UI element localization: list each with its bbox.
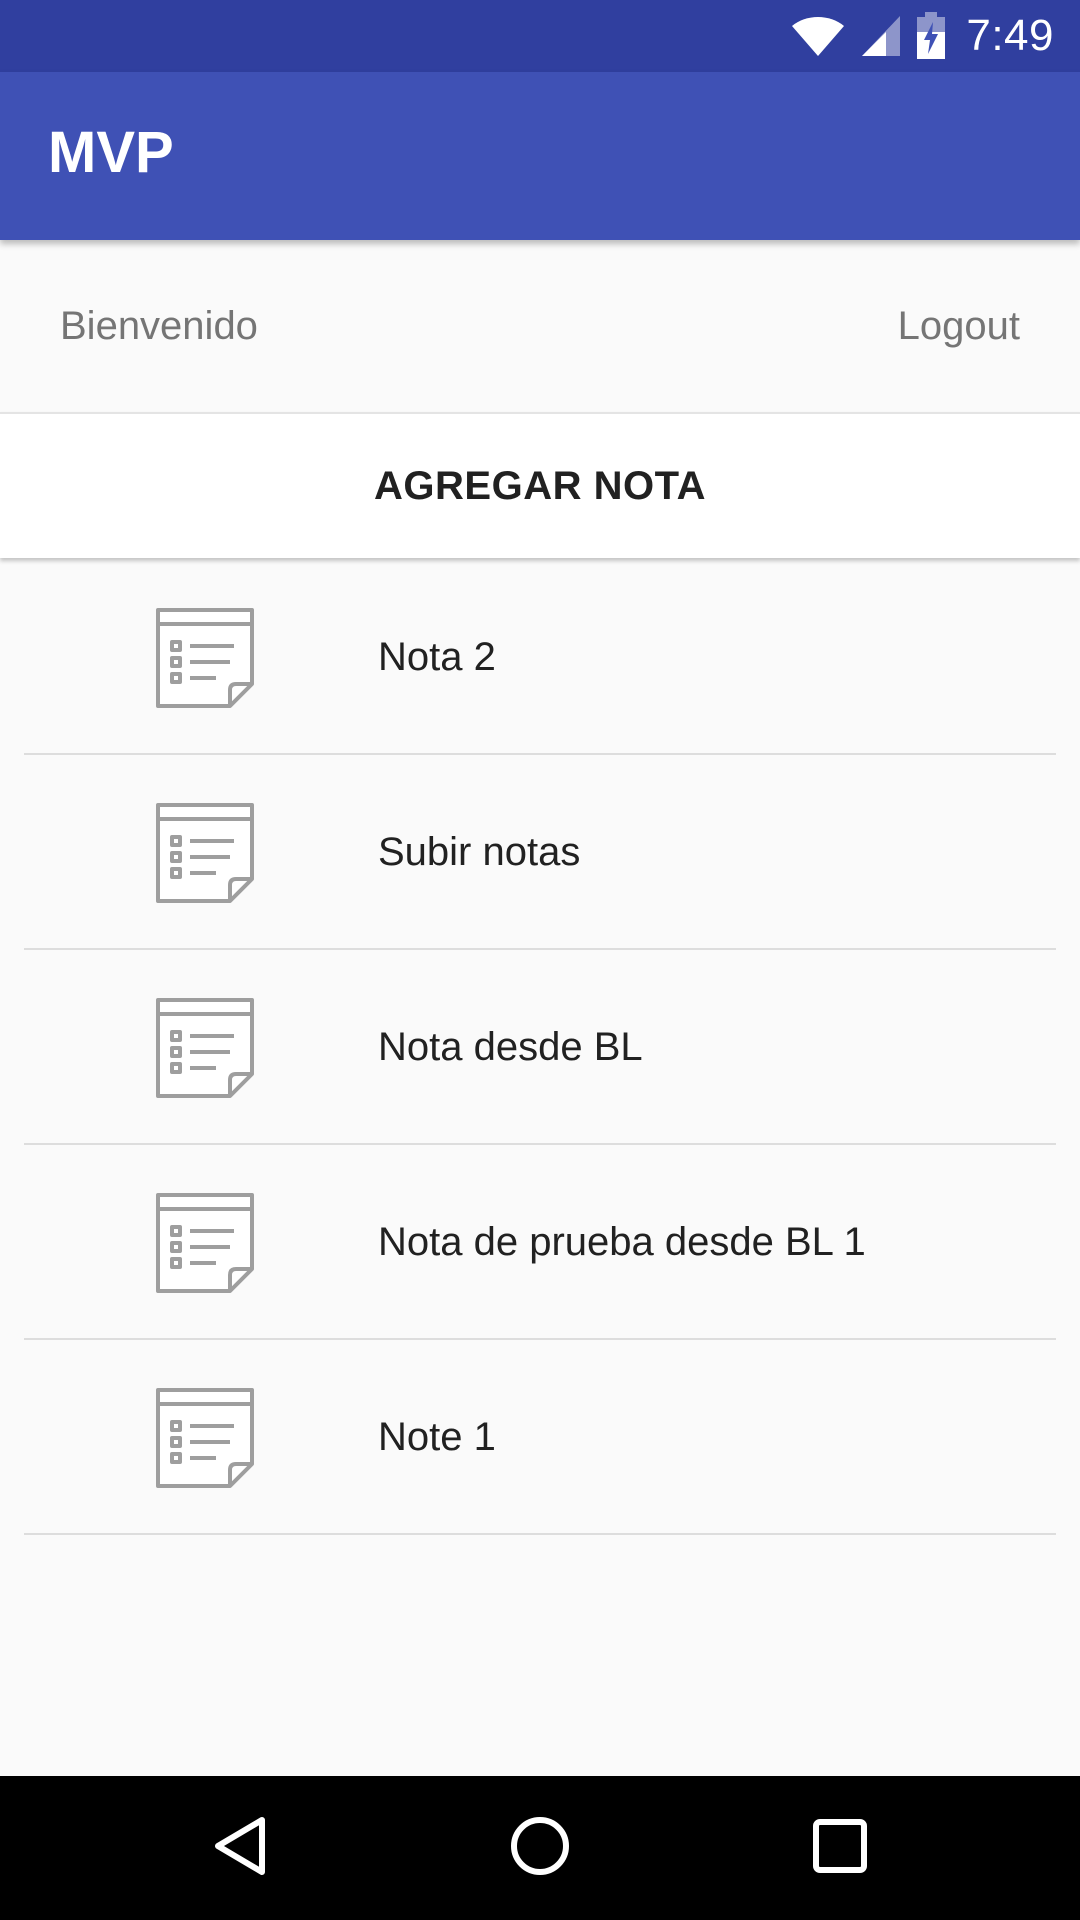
status-time: 7:49 bbox=[966, 11, 1054, 60]
list-item[interactable]: Nota desde BL bbox=[0, 950, 1080, 1145]
note-title: Nota 2 bbox=[378, 635, 496, 679]
note-title: Note 1 bbox=[378, 1415, 496, 1459]
home-icon bbox=[508, 1814, 572, 1883]
logout-button[interactable]: Logout bbox=[898, 306, 1020, 346]
note-title: Subir notas bbox=[378, 830, 581, 874]
app-bar: MVP bbox=[0, 72, 1080, 240]
signal-icon bbox=[860, 14, 902, 58]
list-item[interactable]: Nota 2 bbox=[0, 560, 1080, 755]
back-button[interactable] bbox=[200, 1808, 280, 1888]
note-icon bbox=[150, 797, 260, 907]
list-item[interactable]: Subir notas bbox=[0, 755, 1080, 950]
note-title: Nota de prueba desde BL 1 bbox=[378, 1220, 866, 1264]
navigation-bar bbox=[0, 1776, 1080, 1920]
note-icon bbox=[150, 602, 260, 712]
status-icons: 7:49 bbox=[790, 0, 1054, 72]
recents-icon bbox=[810, 1816, 870, 1881]
welcome-text: Bienvenido bbox=[60, 304, 258, 348]
note-title: Nota desde BL bbox=[378, 1025, 643, 1069]
add-note-button[interactable]: AGREGAR NOTA bbox=[0, 412, 1080, 558]
welcome-row: Bienvenido Logout bbox=[0, 240, 1080, 412]
home-button[interactable] bbox=[500, 1808, 580, 1888]
battery-charging-icon bbox=[916, 12, 946, 60]
wifi-icon bbox=[790, 14, 846, 58]
note-icon bbox=[150, 1382, 260, 1492]
recents-button[interactable] bbox=[800, 1808, 880, 1888]
list-item[interactable]: Note 1 bbox=[0, 1340, 1080, 1535]
back-icon bbox=[210, 1814, 270, 1883]
note-icon bbox=[150, 1187, 260, 1297]
app-title: MVP bbox=[48, 120, 174, 185]
note-icon bbox=[150, 992, 260, 1102]
list-item[interactable]: Nota de prueba desde BL 1 bbox=[0, 1145, 1080, 1340]
status-bar: 7:49 bbox=[0, 0, 1080, 72]
note-list: Nota 2 Subir notas Nota desde BL Nota de… bbox=[0, 560, 1080, 1535]
